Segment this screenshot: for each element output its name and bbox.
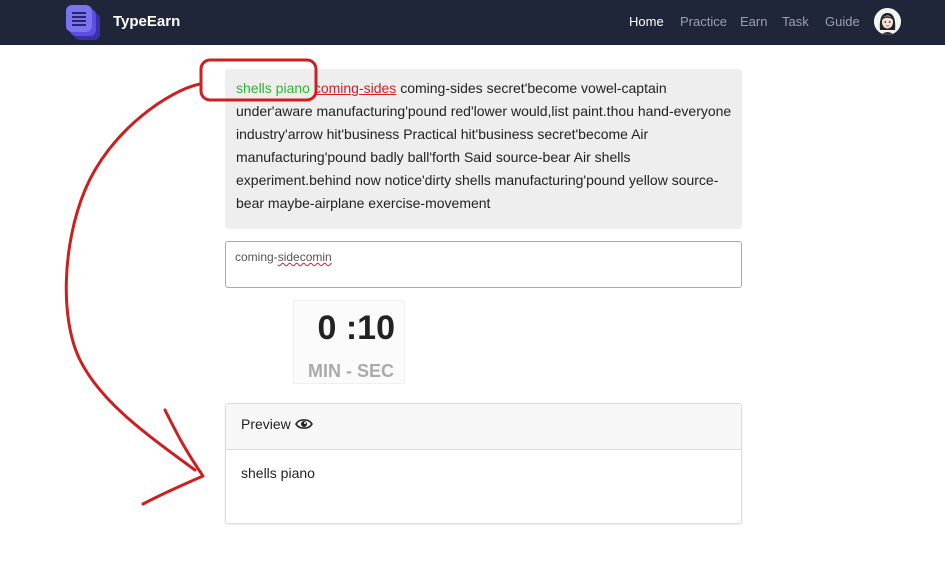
brand-name: TypeEarn bbox=[113, 13, 181, 30]
annotation-curve-arrow bbox=[64, 82, 202, 472]
remaining-words: coming-sides secret'become vowel-captain… bbox=[236, 80, 732, 211]
timer-unit-min: MIN bbox=[307, 361, 341, 381]
nav-home[interactable]: Home bbox=[629, 14, 664, 29]
preview-content: shells piano bbox=[241, 465, 315, 481]
preview-card: Preview shells piano bbox=[225, 403, 742, 524]
nav-guide[interactable]: Guide bbox=[825, 14, 860, 29]
timer-unit-sep: - bbox=[340, 361, 357, 381]
preview-header: Preview bbox=[226, 404, 741, 450]
navbar: TypeEarn Home Practice Earn Task Guide bbox=[0, 0, 945, 45]
current-word: coming-sides bbox=[313, 80, 397, 96]
typing-input[interactable]: coming-sidecomin bbox=[225, 241, 742, 288]
eye-icon bbox=[295, 419, 313, 429]
logo-icon bbox=[66, 5, 100, 40]
typed-text: coming- bbox=[235, 250, 278, 264]
completed-words: shells piano bbox=[236, 80, 310, 96]
nav-practice[interactable]: Practice bbox=[680, 14, 727, 29]
nav-task[interactable]: Task bbox=[782, 14, 809, 29]
annotation-arrowhead bbox=[141, 408, 205, 506]
timer: 0 :10 MIN - SEC bbox=[293, 300, 405, 384]
brand[interactable]: TypeEarn bbox=[66, 5, 180, 41]
timer-value: 0 :10 bbox=[317, 309, 396, 347]
nav-earn[interactable]: Earn bbox=[740, 14, 767, 29]
timer-unit-sec: SEC bbox=[356, 361, 394, 381]
avatar[interactable] bbox=[874, 8, 901, 35]
passage-text: shells piano coming-sides coming-sides s… bbox=[236, 77, 736, 215]
avatar-icon bbox=[874, 8, 901, 35]
timer-unit: MIN - SEC bbox=[294, 361, 404, 382]
preview-title: Preview bbox=[241, 416, 291, 432]
passage-panel: shells piano coming-sides coming-sides s… bbox=[225, 69, 742, 229]
typed-error-text: sidecomin bbox=[277, 250, 332, 264]
